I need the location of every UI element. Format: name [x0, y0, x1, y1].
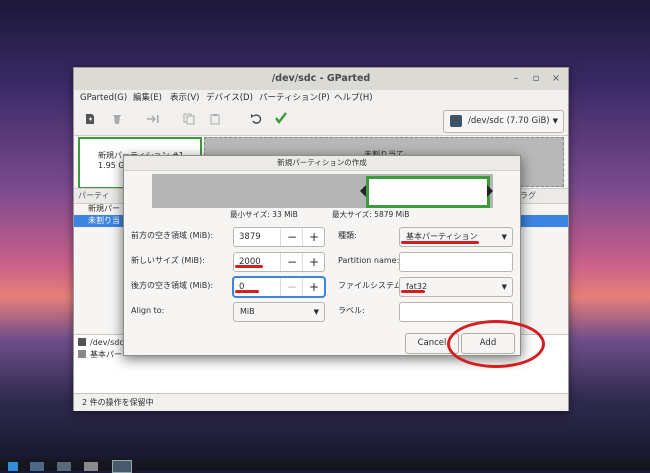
partition-size-box[interactable] [366, 176, 490, 208]
list-item[interactable]: /dev/sdc [78, 337, 124, 349]
filesystem-label: ファイルシステム: [338, 281, 405, 290]
menu-icon[interactable] [8, 462, 18, 471]
annotation-underline [401, 241, 479, 244]
close-button[interactable]: × [548, 68, 564, 90]
mail-icon[interactable] [57, 462, 71, 471]
dropdown-arrow-icon: ▼ [552, 117, 558, 125]
operation-device: /dev/sdc [90, 338, 124, 347]
right-handle-icon[interactable] [487, 185, 493, 197]
folder-icon[interactable] [84, 462, 98, 471]
filesystem-value: fat32 [406, 282, 428, 291]
filesystem-combo[interactable]: fat32 ▼ [399, 277, 513, 297]
annotation-underline [401, 290, 425, 293]
graph-new-partition-size: 1.95 G [98, 161, 125, 170]
type-label: 種類: [338, 231, 357, 240]
row-partition-name: 未割り当 [88, 216, 120, 225]
window-title: /dev/sdc - GParted [271, 73, 371, 84]
menu-partition[interactable]: パーティション(P) [259, 90, 330, 107]
plus-icon[interactable]: + [302, 228, 325, 246]
apply-icon[interactable] [271, 111, 291, 131]
status-bar: 2 件の操作を保留中 [74, 393, 568, 411]
label-label: ラベル: [338, 306, 365, 315]
minus-icon[interactable]: − [280, 228, 303, 246]
plus-icon[interactable]: + [302, 253, 325, 271]
min-size-label: 最小サイズ: 33 MiB [230, 210, 298, 219]
taskbar [0, 459, 650, 473]
label-input[interactable] [399, 302, 513, 322]
menu-gparted[interactable]: GParted(G) [80, 90, 127, 107]
minus-icon[interactable]: − [280, 253, 303, 271]
list-item[interactable]: 基本パー [78, 349, 122, 361]
status-text: 2 件の操作を保留中 [82, 398, 154, 407]
new-size-label: 新しいサイズ (MiB): [131, 256, 205, 265]
new-size-spin[interactable]: 2000 − + [233, 252, 325, 272]
type-combo[interactable]: 基本パーティション ▼ [399, 227, 513, 247]
align-label: Align to: [131, 306, 165, 315]
copy-icon[interactable] [179, 111, 199, 131]
title-bar[interactable]: /dev/sdc - GParted – ▫ × [74, 68, 568, 91]
resize-move-icon[interactable] [143, 111, 163, 131]
paste-icon[interactable] [205, 111, 225, 131]
new-partition-icon[interactable] [80, 111, 100, 131]
free-after-value[interactable]: 0 [239, 278, 244, 296]
partition-name-label: Partition name: [338, 256, 400, 265]
undo-icon[interactable] [246, 111, 266, 131]
gparted-task-icon[interactable] [112, 460, 132, 473]
terminal-icon[interactable] [30, 462, 44, 471]
dropdown-arrow-icon: ▼ [313, 308, 319, 316]
dropdown-arrow-icon: ▼ [501, 283, 507, 291]
menu-view[interactable]: 表示(V) [170, 90, 199, 107]
free-before-spin[interactable]: 3879 − + [233, 227, 325, 247]
device-selector[interactable]: /dev/sdc (7.70 GiB) ▼ [443, 110, 564, 133]
minimize-button[interactable]: – [508, 68, 524, 90]
free-before-label: 前方の空き領域 (MiB): [131, 231, 214, 240]
device-label: /dev/sdc (7.70 GiB) [468, 116, 550, 126]
harddisk-icon [78, 338, 86, 346]
align-value: MiB [240, 307, 255, 316]
menu-bar: GParted(G) 編集(E) 表示(V) デバイス(D) パーティション(P… [74, 90, 568, 107]
align-combo[interactable]: MiB ▼ [233, 302, 325, 322]
minus-icon[interactable]: − [280, 278, 303, 296]
menu-help[interactable]: ヘルプ(H) [334, 90, 373, 107]
partition-size-bar[interactable] [152, 174, 493, 208]
free-after-spin[interactable]: 0 − + [233, 277, 325, 297]
delete-icon[interactable] [107, 111, 127, 131]
header-partition[interactable]: パーティ [78, 189, 110, 203]
free-after-label: 後方の空き領域 (MiB): [131, 281, 214, 290]
harddisk-icon [450, 115, 462, 127]
annotation-underline [235, 290, 259, 293]
partition-name-input[interactable] [399, 252, 513, 272]
row-partition-name: 新規パー [88, 204, 120, 213]
menu-edit[interactable]: 編集(E) [133, 90, 162, 107]
new-size-value[interactable]: 2000 [239, 253, 261, 271]
free-before-value[interactable]: 3879 [239, 228, 261, 246]
annotation-circle [447, 320, 545, 368]
max-size-label: 最大サイズ: 5879 MiB [332, 210, 410, 219]
plus-icon[interactable]: + [302, 278, 325, 296]
maximize-button[interactable]: ▫ [528, 68, 544, 90]
operation-partition: 基本パー [90, 350, 122, 359]
new-partition-icon [78, 350, 86, 358]
annotation-underline [235, 265, 263, 268]
dialog-title: 新規パーティションの作成 [124, 156, 520, 171]
menu-device[interactable]: デバイス(D) [206, 90, 253, 107]
dropdown-arrow-icon: ▼ [501, 233, 507, 241]
